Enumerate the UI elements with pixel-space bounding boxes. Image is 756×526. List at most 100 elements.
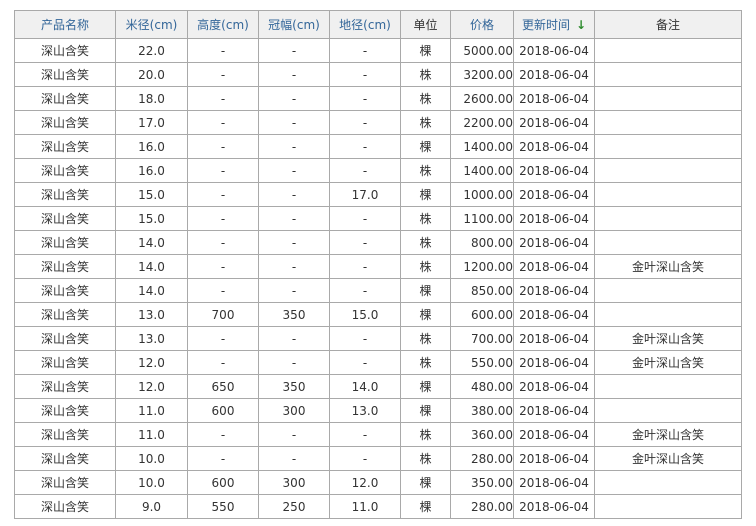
cell-ground-diameter: -	[329, 254, 401, 279]
table-row: 深山含笑 11.0- - - 株 360.00 2018-06-04 金叶深山含笑	[14, 422, 742, 447]
cell-crown: -	[258, 230, 330, 255]
cell-diameter: 12.0	[115, 374, 188, 399]
cell-diameter: 12.0	[115, 350, 188, 375]
cell-price: 3200.00	[450, 62, 514, 87]
cell-remark	[594, 182, 742, 207]
column-header-height[interactable]: 高度(cm)	[187, 10, 259, 39]
cell-ground-diameter: -	[329, 206, 401, 231]
table-row: 深山含笑 16.0- - - 株 1400.00 2018-06-04	[14, 158, 742, 183]
cell-price: 600.00	[450, 302, 514, 327]
cell-remark	[594, 494, 742, 519]
cell-updated: 2018-06-04	[513, 470, 595, 495]
cell-price: 280.00	[450, 446, 514, 471]
cell-unit: 株	[400, 110, 451, 135]
cell-name: 深山含笑	[14, 110, 116, 135]
cell-updated: 2018-06-04	[513, 446, 595, 471]
cell-updated: 2018-06-04	[513, 254, 595, 279]
cell-price: 280.00	[450, 494, 514, 519]
cell-crown: -	[258, 134, 330, 159]
cell-diameter: 18.0	[115, 86, 188, 111]
cell-unit: 棵	[400, 302, 451, 327]
cell-height: -	[187, 158, 259, 183]
cell-diameter: 15.0	[115, 182, 188, 207]
column-header-updated[interactable]: 更新时间 ↓	[513, 10, 595, 39]
cell-height: -	[187, 62, 259, 87]
cell-name: 深山含笑	[14, 182, 116, 207]
cell-price: 1000.00	[450, 182, 514, 207]
cell-crown: -	[258, 446, 330, 471]
table-row: 深山含笑 15.0- -17.0 棵 1000.00 2018-06-04	[14, 182, 742, 207]
cell-price: 360.00	[450, 422, 514, 447]
cell-height: -	[187, 230, 259, 255]
cell-updated: 2018-06-04	[513, 326, 595, 351]
cell-updated: 2018-06-04	[513, 158, 595, 183]
cell-remark: 金叶深山含笑	[594, 254, 742, 279]
cell-ground-diameter: 17.0	[329, 182, 401, 207]
cell-diameter: 16.0	[115, 134, 188, 159]
cell-name: 深山含笑	[14, 446, 116, 471]
cell-name: 深山含笑	[14, 62, 116, 87]
table-row: 深山含笑 10.0 600 300 12.0 棵 350.00 2018-06-04	[14, 470, 742, 495]
cell-remark	[594, 302, 742, 327]
cell-remark	[594, 374, 742, 399]
cell-remark: 金叶深山含笑	[594, 326, 742, 351]
table-row: 深山含笑 11.0 600 300 13.0 棵 380.00 2018-06-04	[14, 398, 742, 423]
cell-price: 350.00	[450, 470, 514, 495]
cell-updated: 2018-06-04	[513, 374, 595, 399]
column-header-name[interactable]: 产品名称	[14, 10, 116, 39]
cell-height: -	[187, 110, 259, 135]
cell-diameter: 17.0	[115, 110, 188, 135]
cell-ground-diameter: 15.0	[329, 302, 401, 327]
header-row: 产品名称 米径(cm) 高度(cm) 冠幅(cm) 地径(cm) 单位 价格 更…	[14, 10, 742, 39]
cell-price: 1400.00	[450, 134, 514, 159]
column-header-price[interactable]: 价格	[450, 10, 514, 39]
cell-unit: 株	[400, 350, 451, 375]
cell-ground-diameter: 12.0	[329, 470, 401, 495]
cell-diameter: 11.0	[115, 422, 188, 447]
column-header-unit: 单位	[400, 10, 451, 39]
cell-remark	[594, 62, 742, 87]
column-header-crown[interactable]: 冠幅(cm)	[258, 10, 330, 39]
cell-unit: 棵	[400, 38, 451, 63]
cell-ground-diameter: 13.0	[329, 398, 401, 423]
cell-remark	[594, 230, 742, 255]
cell-height: -	[187, 254, 259, 279]
column-header-ground-diameter[interactable]: 地径(cm)	[329, 10, 401, 39]
cell-diameter: 20.0	[115, 62, 188, 87]
cell-height: 650	[187, 374, 259, 399]
cell-name: 深山含笑	[14, 278, 116, 303]
cell-remark	[594, 110, 742, 135]
cell-price: 850.00	[450, 278, 514, 303]
cell-name: 深山含笑	[14, 134, 116, 159]
cell-unit: 棵	[400, 182, 451, 207]
table-row: 深山含笑 13.0- - - 株 700.00 2018-06-04 金叶深山含笑	[14, 326, 742, 351]
cell-diameter: 11.0	[115, 398, 188, 423]
cell-remark	[594, 398, 742, 423]
table-row: 深山含笑 9.0 550 250 11.0 棵 280.00 2018-06-04	[14, 494, 742, 519]
cell-remark	[594, 134, 742, 159]
cell-price: 1200.00	[450, 254, 514, 279]
cell-height: 600	[187, 398, 259, 423]
cell-crown: -	[258, 422, 330, 447]
cell-unit: 株	[400, 446, 451, 471]
cell-updated: 2018-06-04	[513, 182, 595, 207]
cell-updated: 2018-06-04	[513, 86, 595, 111]
cell-height: 700	[187, 302, 259, 327]
cell-ground-diameter: -	[329, 446, 401, 471]
cell-name: 深山含笑	[14, 158, 116, 183]
cell-unit: 株	[400, 62, 451, 87]
cell-diameter: 13.0	[115, 326, 188, 351]
cell-crown: -	[258, 278, 330, 303]
cell-crown: -	[258, 350, 330, 375]
cell-crown: -	[258, 182, 330, 207]
table-row: 深山含笑 10.0- - - 株 280.00 2018-06-04 金叶深山含笑	[14, 446, 742, 471]
column-header-remark: 备注	[594, 10, 742, 39]
cell-updated: 2018-06-04	[513, 494, 595, 519]
cell-name: 深山含笑	[14, 38, 116, 63]
cell-ground-diameter: -	[329, 230, 401, 255]
table-row: 深山含笑 16.0- - - 棵 1400.00 2018-06-04	[14, 134, 742, 159]
cell-crown: -	[258, 62, 330, 87]
cell-name: 深山含笑	[14, 494, 116, 519]
cell-diameter: 14.0	[115, 254, 188, 279]
column-header-diameter[interactable]: 米径(cm)	[115, 10, 188, 39]
